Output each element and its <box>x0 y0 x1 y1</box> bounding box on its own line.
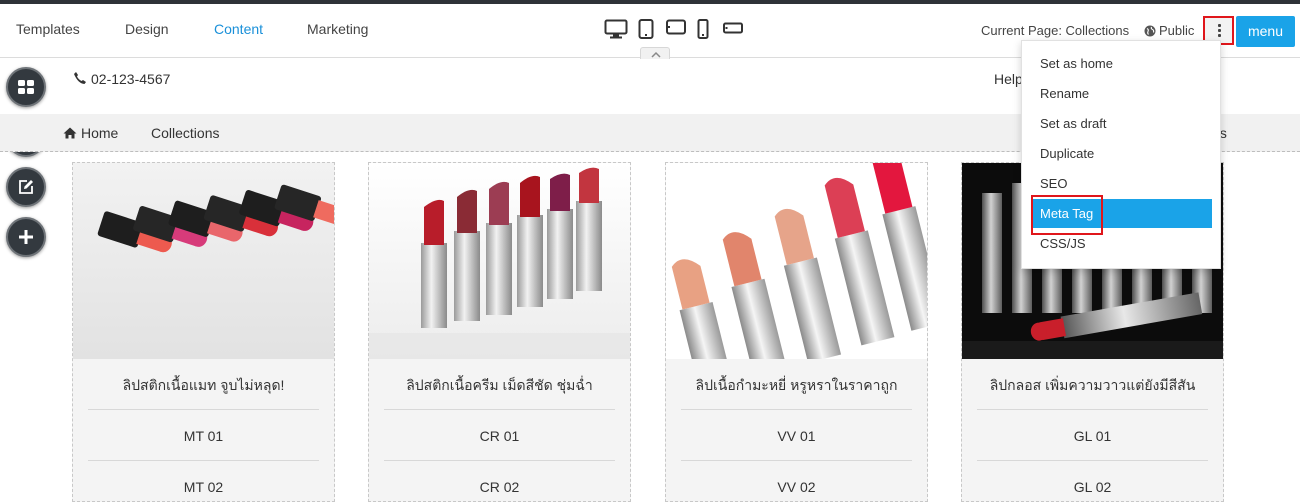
nav-home-label: Home <box>81 125 119 141</box>
phone-icon[interactable] <box>697 19 709 39</box>
header-help-link[interactable]: Help <box>994 71 1023 87</box>
kebab-dot <box>1218 34 1221 37</box>
product-variant[interactable]: CR 01 <box>369 428 630 444</box>
product-title: ลิปเนื้อกำมะหยี่ หรูหราในราคาถูก <box>695 377 898 393</box>
menu-button[interactable]: menu <box>1236 16 1295 47</box>
product-variant[interactable]: CR 02 <box>369 479 630 495</box>
product-title: ลิปสติกเนื้อครีม เม็ดสีชัด ชุ่มฉ่ำ <box>406 377 593 393</box>
nav-collections[interactable]: Collections <box>151 125 219 141</box>
product-variant[interactable]: GL 02 <box>962 479 1223 495</box>
product-variant[interactable]: GL 01 <box>962 428 1223 444</box>
tab-design[interactable]: Design <box>125 21 169 37</box>
tab-content[interactable]: Content <box>214 21 263 37</box>
product-card[interactable]: ลิปเนื้อกำมะหยี่ หรูหราในราคาถูก VV 01 V… <box>665 162 928 502</box>
edit-button[interactable] <box>6 167 46 207</box>
phone-landscape-icon[interactable] <box>723 22 743 34</box>
collapse-toolbar-toggle[interactable] <box>640 47 670 59</box>
highlight-annotation <box>1031 195 1103 235</box>
tablet-landscape-icon[interactable] <box>666 19 686 35</box>
product-image <box>666 163 927 359</box>
home-icon <box>63 127 77 139</box>
edit-icon <box>19 180 33 194</box>
blocks-icon <box>18 80 34 94</box>
add-button[interactable] <box>6 217 46 257</box>
tablet-icon[interactable] <box>638 19 654 39</box>
product-variant[interactable]: VV 02 <box>666 479 927 495</box>
divider <box>977 460 1208 461</box>
product-variant[interactable]: MT 02 <box>73 479 334 495</box>
header-phone: 02-123-4567 <box>73 71 170 87</box>
menu-item-set-as-home[interactable]: Set as home <box>1022 49 1220 78</box>
divider <box>384 460 615 461</box>
kebab-dot <box>1218 24 1221 27</box>
divider <box>977 409 1208 410</box>
visibility-status[interactable]: Public <box>1144 23 1194 38</box>
menu-item-rename[interactable]: Rename <box>1022 79 1220 108</box>
menu-item-seo[interactable]: SEO <box>1022 169 1220 198</box>
visibility-label: Public <box>1159 23 1195 38</box>
divider <box>88 460 319 461</box>
product-variant[interactable]: VV 01 <box>666 428 927 444</box>
product-image <box>73 163 334 359</box>
product-card[interactable]: ลิปสติกเนื้อครีม เม็ดสีชัด ชุ่มฉ่ำ CR 01… <box>368 162 631 502</box>
product-variant[interactable]: MT 01 <box>73 428 334 444</box>
phone-icon <box>74 72 86 84</box>
current-page-label: Current Page: Collections <box>981 23 1130 38</box>
add-icon <box>19 230 33 244</box>
divider <box>88 409 319 410</box>
tab-templates[interactable]: Templates <box>16 21 80 37</box>
nav-home[interactable]: Home <box>63 125 118 141</box>
phone-number: 02-123-4567 <box>91 71 171 87</box>
product-title: ลิปกลอส เพิ่มความวาวแต่ยังมีสีสัน <box>989 377 1196 393</box>
kebab-dot <box>1218 29 1221 32</box>
divider <box>681 460 912 461</box>
menu-item-set-as-draft[interactable]: Set as draft <box>1022 109 1220 138</box>
blocks-button[interactable] <box>6 67 46 107</box>
divider <box>384 409 615 410</box>
product-title: ลิปสติกเนื้อแมท จูบไม่หลุด! <box>122 377 285 393</box>
product-card[interactable]: ลิปสติกเนื้อแมท จูบไม่หลุด! MT 01 MT 02 <box>72 162 335 502</box>
tab-marketing[interactable]: Marketing <box>307 21 368 37</box>
globe-icon <box>1144 25 1156 37</box>
chevron-up-icon <box>651 51 661 58</box>
divider <box>681 409 912 410</box>
menu-item-duplicate[interactable]: Duplicate <box>1022 139 1220 168</box>
desktop-icon[interactable] <box>604 19 628 39</box>
product-image <box>369 163 630 359</box>
